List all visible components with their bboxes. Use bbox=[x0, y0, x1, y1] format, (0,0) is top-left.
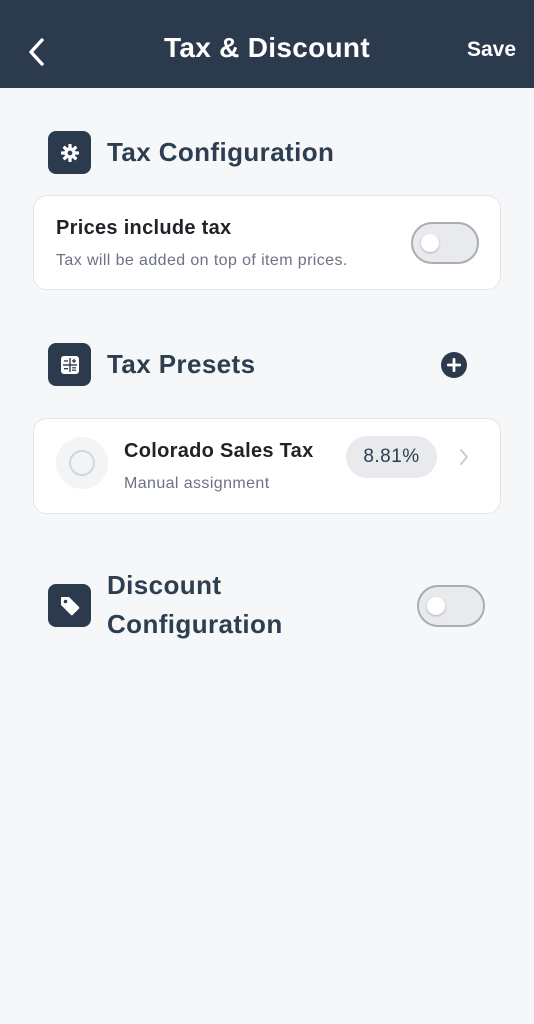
toggle-knob bbox=[427, 597, 445, 615]
add-tax-preset-button[interactable] bbox=[441, 352, 467, 378]
tax-preset-name: Colorado Sales Tax bbox=[124, 440, 314, 462]
tax-configuration-title: Tax Configuration bbox=[107, 137, 335, 167]
radio-circle-icon bbox=[69, 450, 95, 476]
tax-presets-header: Tax Presets bbox=[48, 343, 255, 386]
prices-include-tax-description: Tax will be added on top of item prices. bbox=[56, 252, 348, 269]
tax-preset-item[interactable]: Colorado Sales Tax Manual assignment 8.8… bbox=[33, 418, 501, 514]
tax-presets-title: Tax Presets bbox=[107, 349, 256, 379]
plus-circle-icon bbox=[447, 358, 461, 372]
page-title: Tax & Discount bbox=[164, 32, 370, 63]
discount-configuration-title: Discount Configuration bbox=[107, 570, 283, 639]
app-header: Tax & Discount Save bbox=[0, 0, 534, 88]
tax-configuration-header: Tax Configuration bbox=[48, 131, 334, 174]
prices-include-tax-label: Prices include tax bbox=[56, 217, 232, 239]
calculator-icon bbox=[48, 343, 91, 386]
tax-preset-radio[interactable] bbox=[56, 437, 108, 489]
tax-preset-assignment: Manual assignment bbox=[124, 475, 270, 492]
save-button[interactable]: Save bbox=[467, 38, 516, 62]
prices-include-tax-card: Prices include tax Tax will be added on … bbox=[33, 195, 501, 290]
gear-icon bbox=[48, 131, 91, 174]
discount-configuration-toggle[interactable] bbox=[417, 585, 485, 627]
tax-rate-badge: 8.81% bbox=[346, 436, 437, 478]
chevron-right-icon bbox=[460, 449, 468, 465]
toggle-knob bbox=[421, 234, 439, 252]
tag-icon bbox=[48, 584, 91, 627]
prices-include-tax-toggle[interactable] bbox=[411, 222, 479, 264]
